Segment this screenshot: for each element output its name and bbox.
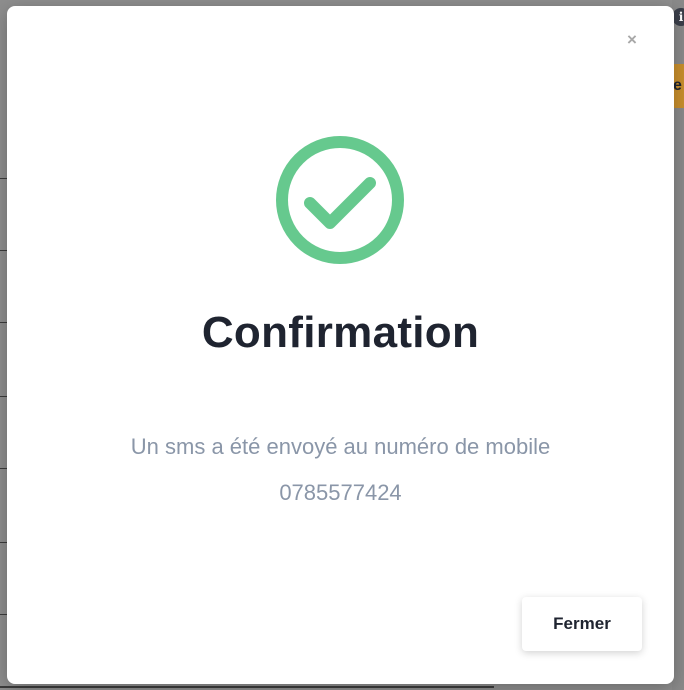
confirmation-modal: × Confirmation Un sms a été envoyé au nu… — [7, 6, 674, 684]
close-button[interactable]: Fermer — [522, 597, 642, 651]
modal-title: Confirmation — [201, 308, 480, 357]
phone-number: 0785577424 — [279, 480, 402, 505]
message-text: Un sms a été envoyé au numéro de mobile — [130, 434, 551, 459]
close-icon[interactable]: × — [624, 31, 640, 48]
modal-message: Un sms a été envoyé au numéro de mobile … — [7, 424, 674, 516]
background-bottom-border — [0, 686, 494, 688]
check-circle-icon — [275, 135, 405, 265]
